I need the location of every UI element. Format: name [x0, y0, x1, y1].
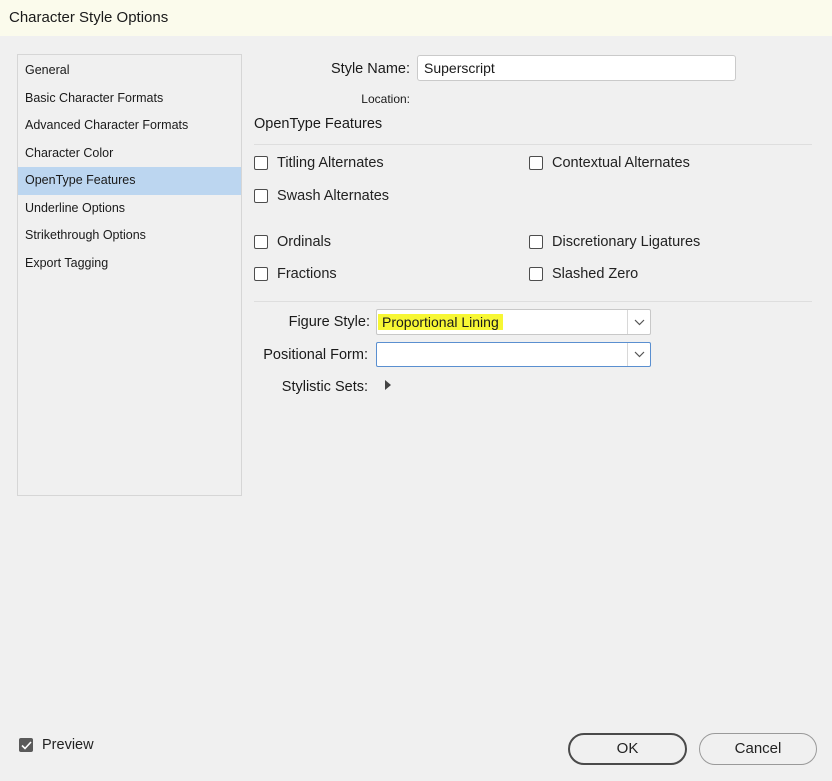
titling-alternates-checkbox[interactable]	[254, 156, 268, 170]
sidebar-item-general[interactable]: General	[18, 57, 241, 85]
contextual-alternates-option[interactable]: Contextual Alternates	[529, 155, 690, 171]
location-label: Location:	[361, 92, 410, 106]
disclosure-triangle-icon[interactable]	[385, 380, 391, 390]
sidebar-item-underline-options[interactable]: Underline Options	[18, 195, 241, 223]
chevron-down-icon[interactable]	[627, 343, 650, 366]
preview-label: Preview	[42, 737, 94, 753]
ordinals-option[interactable]: Ordinals	[254, 234, 331, 250]
ordinals-checkbox[interactable]	[254, 235, 268, 249]
discretionary-ligatures-option[interactable]: Discretionary Ligatures	[529, 234, 700, 250]
positional-form-dropdown[interactable]	[376, 342, 651, 367]
ordinals-label: Ordinals	[277, 234, 331, 250]
swash-alternates-label: Swash Alternates	[277, 188, 390, 204]
chevron-down-icon[interactable]	[627, 310, 650, 334]
sidebar-item-character-color[interactable]: Character Color	[18, 140, 241, 168]
options-divider	[254, 301, 812, 302]
titling-alternates-label: Titling Alternates	[277, 155, 384, 171]
fractions-label: Fractions	[277, 266, 337, 282]
discretionary-ligatures-checkbox[interactable]	[529, 235, 543, 249]
ok-button[interactable]: OK	[568, 733, 687, 765]
slashed-zero-option[interactable]: Slashed Zero	[529, 266, 638, 282]
category-list: General Basic Character Formats Advanced…	[17, 54, 242, 496]
cancel-button[interactable]: Cancel	[699, 733, 817, 765]
sidebar-item-export-tagging[interactable]: Export Tagging	[18, 250, 241, 278]
preview-option[interactable]: Preview	[19, 737, 94, 753]
sidebar-item-basic-character-formats[interactable]: Basic Character Formats	[18, 85, 241, 113]
slashed-zero-label: Slashed Zero	[552, 266, 639, 282]
figure-style-dropdown[interactable]: Proportional Lining	[376, 309, 651, 335]
contextual-alternates-label: Contextual Alternates	[552, 155, 690, 171]
swash-alternates-checkbox[interactable]	[254, 189, 268, 203]
sidebar-item-opentype-features[interactable]: OpenType Features	[18, 167, 241, 195]
sidebar-item-strikethrough-options[interactable]: Strikethrough Options	[18, 222, 241, 250]
title-bar: Character Style Options	[0, 0, 832, 36]
style-name-label: Style Name:	[331, 61, 410, 77]
window-title: Character Style Options	[9, 9, 169, 26]
sidebar-item-advanced-character-formats[interactable]: Advanced Character Formats	[18, 112, 241, 140]
swash-alternates-option[interactable]: Swash Alternates	[254, 188, 389, 204]
slashed-zero-checkbox[interactable]	[529, 267, 543, 281]
stylistic-sets-label: Stylistic Sets:	[281, 379, 368, 395]
fractions-checkbox[interactable]	[254, 267, 268, 281]
figure-style-value: Proportional Lining	[378, 314, 503, 330]
check-icon	[20, 740, 32, 750]
figure-style-label: Figure Style:	[288, 314, 370, 330]
section-title: OpenType Features	[254, 116, 383, 132]
preview-checkbox[interactable]	[19, 738, 33, 752]
contextual-alternates-checkbox[interactable]	[529, 156, 543, 170]
positional-form-label: Positional Form:	[263, 347, 368, 363]
style-name-input[interactable]	[417, 55, 736, 81]
section-divider	[254, 144, 812, 145]
fractions-option[interactable]: Fractions	[254, 266, 337, 282]
discretionary-ligatures-label: Discretionary Ligatures	[552, 234, 701, 250]
titling-alternates-option[interactable]: Titling Alternates	[254, 155, 384, 171]
